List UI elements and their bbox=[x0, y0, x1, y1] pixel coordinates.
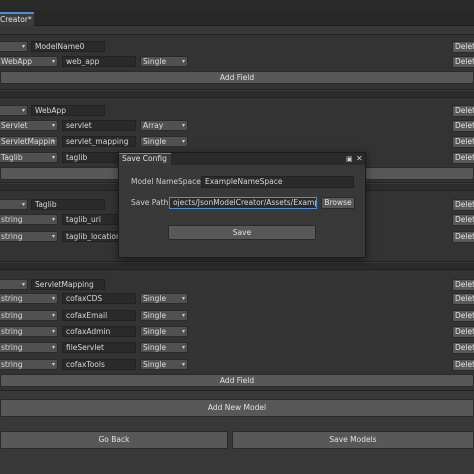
model-1-name-input[interactable]: WebApp bbox=[31, 105, 105, 116]
model-2-field-0-delete-button[interactable]: Delete bbox=[452, 214, 474, 226]
model-2-field-1-type-dropdown[interactable]: string ▾ bbox=[0, 231, 58, 242]
dialog-title: Save Config bbox=[119, 153, 171, 165]
model-1-type-dropdown[interactable]: ▾ bbox=[0, 105, 28, 116]
chevron-down-icon: ▾ bbox=[21, 281, 25, 288]
model-1-field-0-name-input[interactable]: servlet bbox=[62, 120, 136, 131]
chevron-down-icon: ▾ bbox=[51, 154, 55, 161]
model-3-type-dropdown[interactable]: ▾ bbox=[0, 279, 28, 290]
chevron-down-icon: ▾ bbox=[21, 43, 25, 50]
tab-creator[interactable]: Creator* bbox=[0, 12, 34, 26]
model-3-field-1-type-dropdown[interactable]: string ▾ bbox=[0, 310, 58, 321]
model-3-field-4-delete-button[interactable]: Delete bbox=[452, 359, 474, 371]
chevron-down-icon: ▾ bbox=[51, 361, 55, 368]
model-1-field-1-collection-dropdown[interactable]: Single ▾ bbox=[140, 136, 188, 147]
chevron-down-icon: ▾ bbox=[181, 122, 185, 129]
chevron-down-icon: ▾ bbox=[51, 216, 55, 223]
model-3-field-4-collection-dropdown[interactable]: Single ▾ bbox=[140, 359, 188, 370]
model-0-field-0-collection-dropdown[interactable]: Single ▾ bbox=[140, 56, 188, 67]
model-2-field-1-delete-button[interactable]: Delete bbox=[452, 231, 474, 243]
model-2-name-input[interactable]: Taglib bbox=[31, 199, 105, 210]
model-0-type-dropdown[interactable]: ▾ bbox=[0, 41, 28, 52]
model-3-field-2-delete-button[interactable]: Delete bbox=[452, 326, 474, 338]
save-path-label: Save Path bbox=[131, 198, 169, 207]
model-0-field-0-delete-button[interactable]: Delete bbox=[452, 56, 474, 68]
model-3-field-0-collection-dropdown[interactable]: Single ▾ bbox=[140, 293, 188, 304]
chevron-down-icon: ▾ bbox=[181, 361, 185, 368]
chevron-down-icon: ▾ bbox=[21, 107, 25, 114]
model-3-field-1-name-input[interactable]: cofaxEmail bbox=[62, 310, 136, 321]
chevron-down-icon: ▾ bbox=[51, 312, 55, 319]
model-2-delete-button[interactable]: Delete bbox=[452, 199, 474, 211]
chevron-down-icon: ▾ bbox=[181, 312, 185, 319]
model-1-field-1-name-input[interactable]: servlet_mapping bbox=[62, 136, 136, 147]
model-1-field-0-delete-button[interactable]: Delete bbox=[452, 120, 474, 132]
window-title-bar bbox=[0, 0, 474, 10]
close-icon[interactable]: ✕ bbox=[356, 154, 363, 164]
model-1-field-2-type-dropdown[interactable]: Taglib ▾ bbox=[0, 152, 58, 163]
dialog-title-bar: Save Config ▣ ✕ bbox=[119, 153, 365, 165]
chevron-down-icon: ▾ bbox=[181, 58, 185, 65]
model-3-field-2-name-input[interactable]: cofaxAdmin bbox=[62, 326, 136, 337]
chevron-down-icon: ▾ bbox=[51, 58, 55, 65]
save-models-button[interactable]: Save Models bbox=[232, 431, 474, 449]
model-2-type-dropdown[interactable]: ▾ bbox=[0, 199, 28, 210]
chevron-down-icon: ▾ bbox=[181, 344, 185, 351]
model-3-field-3-delete-button[interactable]: Delete bbox=[452, 342, 474, 354]
model-0-add-field-button[interactable]: Add Field bbox=[0, 71, 474, 84]
model-1-field-0-collection-dropdown[interactable]: Array ▾ bbox=[140, 120, 188, 131]
window-maximize-icon[interactable]: ▣ bbox=[346, 154, 353, 164]
chevron-down-icon: ▾ bbox=[21, 201, 25, 208]
model-3-field-3-collection-dropdown[interactable]: Single ▾ bbox=[140, 342, 188, 353]
model-3-field-1-delete-button[interactable]: Delete bbox=[452, 310, 474, 322]
model-1-field-1-delete-button[interactable]: Delete bbox=[452, 136, 474, 148]
save-config-dialog: Save Config ▣ ✕ Model NameSpace ExampleN… bbox=[118, 152, 366, 258]
model-3-field-3-type-dropdown[interactable]: string ▾ bbox=[0, 342, 58, 353]
add-new-model-button[interactable]: Add New Model bbox=[0, 399, 474, 417]
chevron-down-icon: ▾ bbox=[181, 328, 185, 335]
model-1-field-0-type-dropdown[interactable]: Servlet ▾ bbox=[0, 120, 58, 131]
model-2-field-0-type-dropdown[interactable]: string ▾ bbox=[0, 214, 58, 225]
model-1-field-1-type-dropdown[interactable]: ServletMappin ▾ bbox=[0, 136, 58, 147]
save-path-input[interactable]: ojects/JsonModelCreator/Assets/Example bbox=[169, 197, 317, 209]
model-3-field-0-name-input[interactable]: cofaxCDS bbox=[62, 293, 136, 304]
chevron-down-icon: ▾ bbox=[51, 295, 55, 302]
go-back-button[interactable]: Go Back bbox=[0, 431, 228, 449]
model-3-field-2-collection-dropdown[interactable]: Single ▾ bbox=[140, 326, 188, 337]
model-3-field-0-type-dropdown[interactable]: string ▾ bbox=[0, 293, 58, 304]
model-0-field-0-name-input[interactable]: web_app bbox=[62, 56, 136, 67]
chevron-down-icon: ▾ bbox=[51, 122, 55, 129]
browse-button[interactable]: Browse bbox=[321, 197, 355, 209]
model-3-name-input[interactable]: ServletMapping bbox=[31, 279, 105, 290]
chevron-down-icon: ▾ bbox=[181, 138, 185, 145]
tab-bar: Creator* bbox=[0, 10, 474, 26]
model-3-field-4-name-input[interactable]: cofaxTools bbox=[62, 359, 136, 370]
namespace-input[interactable]: ExampleNameSpace bbox=[201, 176, 354, 188]
model-0-delete-button[interactable]: Delete bbox=[452, 41, 474, 53]
model-3-field-1-collection-dropdown[interactable]: Single ▾ bbox=[140, 310, 188, 321]
model-3-field-4-type-dropdown[interactable]: string ▾ bbox=[0, 359, 58, 370]
chevron-down-icon: ▾ bbox=[51, 344, 55, 351]
model-1-field-2-delete-button[interactable]: Delete bbox=[452, 152, 474, 164]
chevron-down-icon: ▾ bbox=[51, 328, 55, 335]
model-0-name-input[interactable]: ModelName0 bbox=[31, 41, 105, 52]
model-3-field-0-delete-button[interactable]: Delete bbox=[452, 293, 474, 305]
model-1-delete-button[interactable]: Delete bbox=[452, 105, 474, 117]
model-3-field-2-type-dropdown[interactable]: string ▾ bbox=[0, 326, 58, 337]
chevron-down-icon: ▾ bbox=[51, 138, 55, 145]
chevron-down-icon: ▾ bbox=[181, 295, 185, 302]
model-0-field-0-type-dropdown[interactable]: WebApp ▾ bbox=[0, 56, 58, 67]
chevron-down-icon: ▾ bbox=[51, 233, 55, 240]
model-3-field-3-name-input[interactable]: fileServlet bbox=[62, 342, 136, 353]
namespace-label: Model NameSpace bbox=[131, 177, 201, 186]
model-3-delete-button[interactable]: Delete bbox=[452, 279, 474, 291]
model-3-add-field-button[interactable]: Add Field bbox=[0, 374, 474, 387]
dialog-save-button[interactable]: Save bbox=[168, 225, 316, 240]
